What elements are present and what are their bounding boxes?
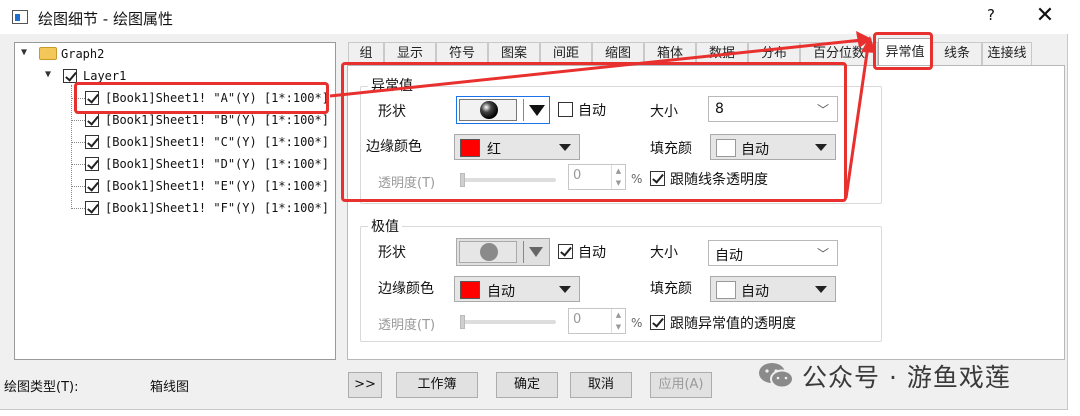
shape-label: 形状 [378,245,406,261]
chevron-down-icon: ﹀ [816,247,829,261]
background-strip [1068,0,1080,416]
plot-checkbox[interactable] [85,113,99,127]
color-swatch [716,281,736,299]
close-button[interactable]: ✕ [1032,4,1058,30]
extreme-shape-dropdown[interactable] [456,238,550,266]
edge-color-value: 自动 [487,284,515,300]
background-strip [0,410,1080,416]
tab-connect-lines[interactable]: 连接线 [982,42,1032,66]
size-value: 自动 [715,248,743,264]
layer-checkbox[interactable] [63,69,77,83]
tree-guide-line [71,164,85,165]
extreme-fill-color-dropdown[interactable]: 自动 [710,276,836,302]
tree-node-graph[interactable]: Graph2 [61,45,104,63]
triangle-down-icon [815,286,827,293]
tree-guide-line [71,120,85,121]
color-swatch [460,281,480,299]
percent-label: % [631,316,643,330]
slider-handle[interactable] [460,315,465,329]
plot-checkbox[interactable] [85,179,99,193]
extreme-edge-color-dropdown[interactable]: 自动 [454,276,580,302]
shape-preview [459,241,517,263]
plot-checkbox[interactable] [85,135,99,149]
chevron-down-icon[interactable]: ▼ [45,69,51,80]
wechat-icon [759,363,794,389]
title-bar: 绘图细节 - 绘图属性 ? ✕ [0,0,1068,34]
spin-down-icon[interactable]: ▼ [611,321,625,333]
tree-item-plot[interactable]: [Book1]Sheet1! "C"(Y) [1*:100*] [105,133,329,151]
tree-guide-line [71,208,85,209]
transparency-slider[interactable] [460,315,556,329]
tree-item-plot[interactable]: [Book1]Sheet1! "D"(Y) [1*:100*] [105,155,329,173]
follow-outlier-transparency-label: 跟随异常值的透明度 [670,316,796,332]
annotation-box-tab [873,32,933,70]
transparency-spinner[interactable]: 0 ▲ ▼ [568,308,626,334]
triangle-down-icon [529,247,543,257]
size-label: 大小 [650,245,678,261]
edge-color-label: 边缘颜色 [378,281,434,297]
annotation-box-plot [74,82,329,114]
plot-type-value: 箱线图 [150,380,190,395]
circle-icon [480,243,498,261]
triangle-down-icon [559,286,571,293]
expand-button[interactable]: >> [348,372,382,398]
dropdown-separator [523,241,524,263]
follow-outlier-transparency-checkbox[interactable] [650,315,665,330]
window-title: 绘图细节 - 绘图属性 [38,10,173,28]
folder-icon [39,47,57,60]
tree-item-plot[interactable]: [Book1]Sheet1! "F"(Y) [1*:100*] [105,199,329,217]
plot-type-label: 绘图类型(T): [4,380,79,395]
app-icon [12,10,28,24]
ok-button[interactable]: 确定 [496,372,558,398]
extreme-auto-checkbox[interactable] [558,244,573,259]
auto-label: 自动 [578,245,606,261]
watermark-text: 公众号 · 游鱼戏莲 [802,363,1011,392]
annotation-box-settings [341,62,847,202]
spin-up-icon[interactable]: ▲ [611,309,625,321]
chevron-down-icon[interactable]: ▼ [21,47,27,58]
plot-checkbox[interactable] [85,201,99,215]
fill-color-label: 填充颜 [650,281,692,297]
transparency-value: 0 [573,312,582,327]
tree-guide-line [71,142,85,143]
tree-guide-line [71,186,85,187]
plot-checkbox[interactable] [85,157,99,171]
extremes-group-title: 极值 [368,216,402,236]
transparency-label: 透明度(T) [378,318,436,333]
fill-color-value: 自动 [741,284,769,300]
tree-item-plot[interactable]: [Book1]Sheet1! "E"(Y) [1*:100*] [105,177,329,195]
tab-lines[interactable]: 线条 [932,42,982,66]
workbook-button[interactable]: 工作簿 [396,372,478,398]
extreme-size-dropdown[interactable]: 自动 ﹀ [708,240,838,266]
apply-button[interactable]: 应用(A) [650,372,712,398]
cancel-button[interactable]: 取消 [570,372,632,398]
help-button[interactable]: ? [980,6,1002,28]
tree-guide-line [71,85,72,209]
